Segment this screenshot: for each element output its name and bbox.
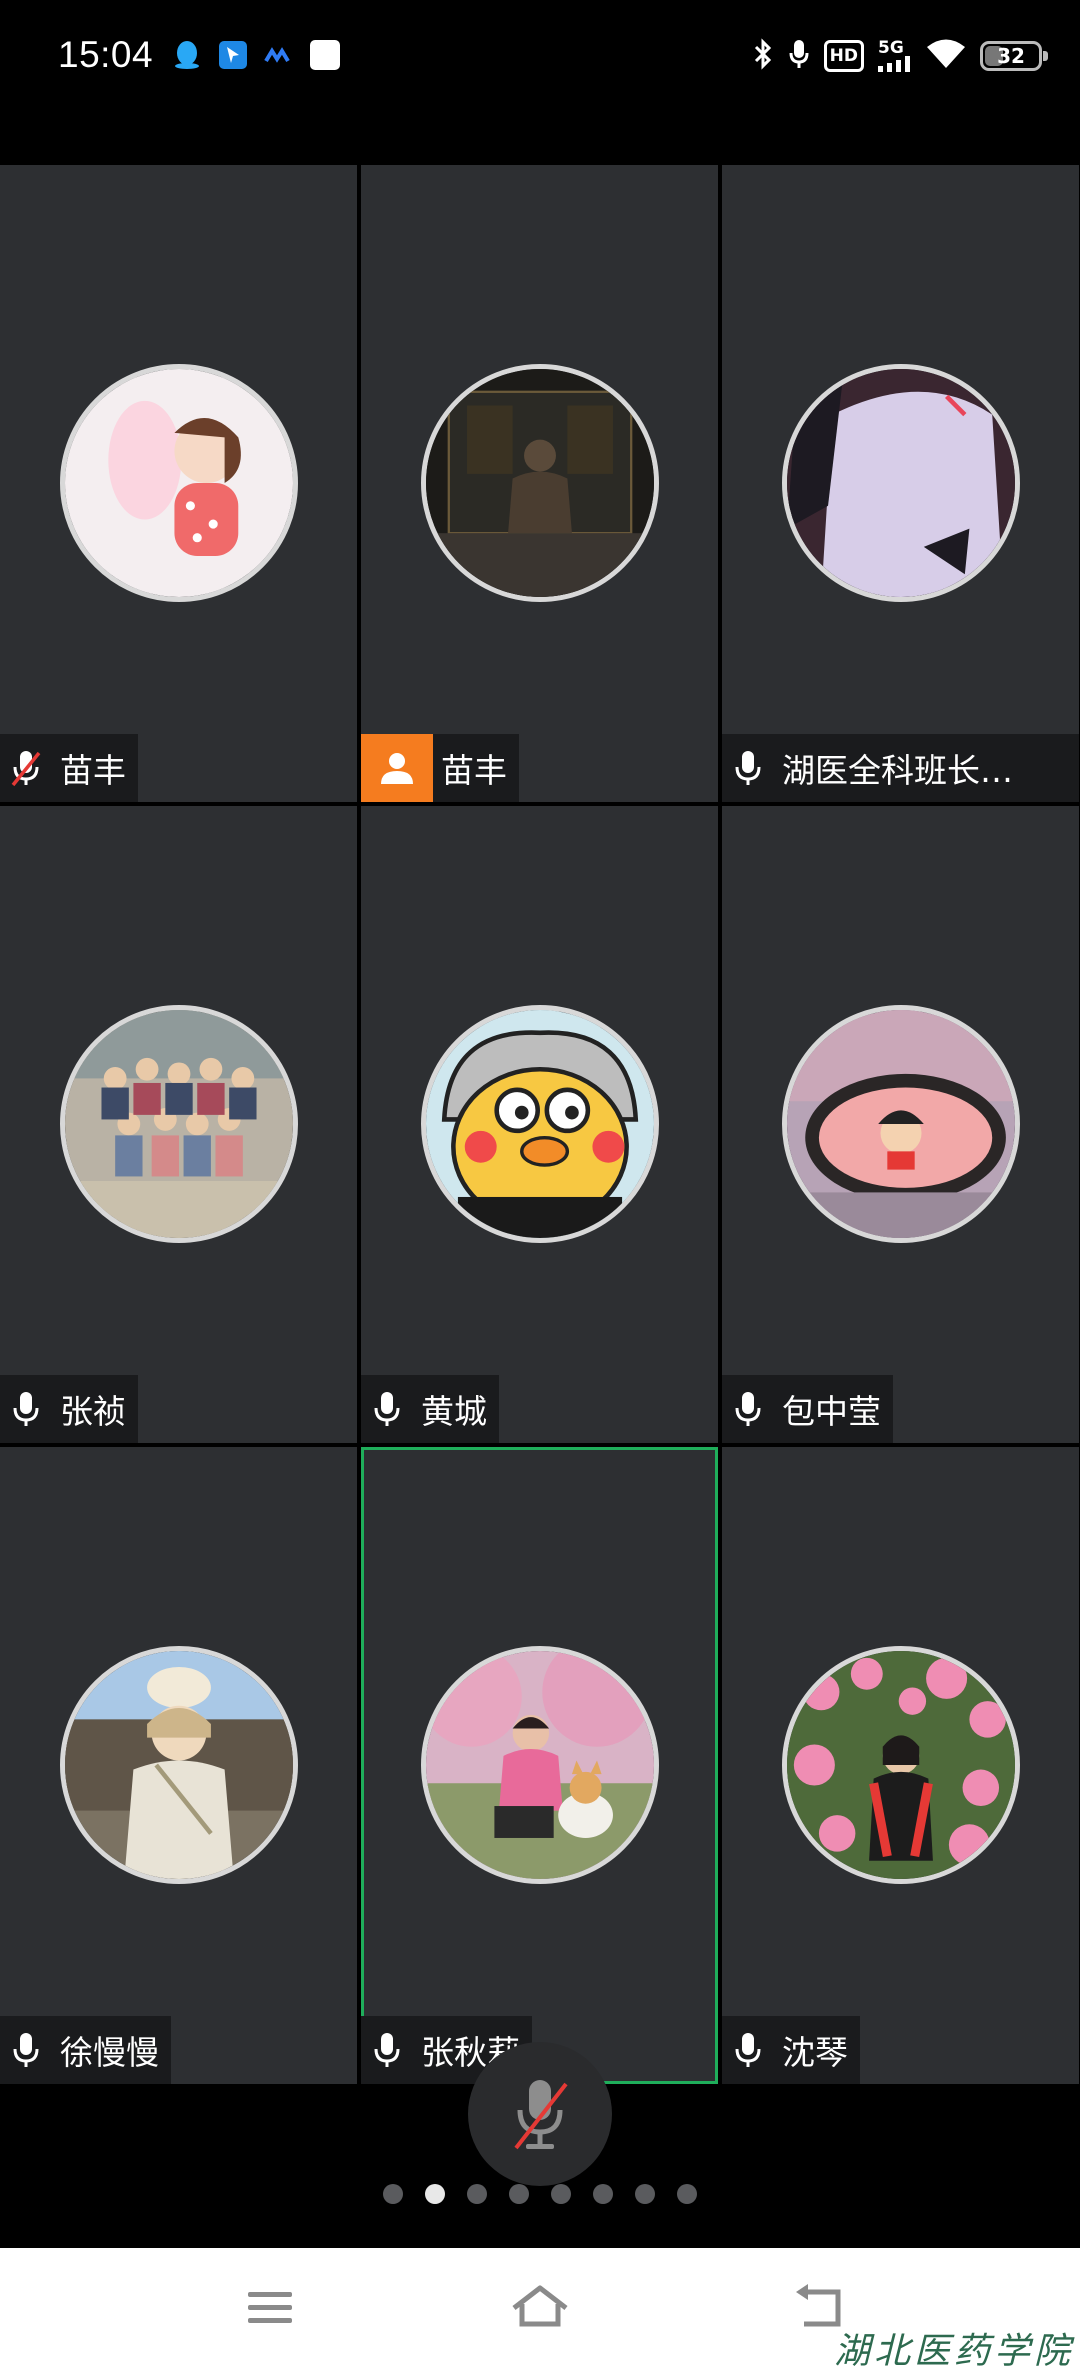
system-indicators: HD 5G 32 — [752, 38, 1048, 74]
page-dot[interactable] — [551, 2184, 571, 2204]
participant-tile-active-speaker[interactable]: 张秋莉 — [361, 1447, 718, 2084]
participant-nametag: 沈琴 — [722, 2016, 860, 2084]
participant-tile[interactable]: 沈琴 — [722, 1447, 1079, 2084]
participant-nametag: 张祯 — [0, 1375, 138, 1443]
avatar — [781, 1646, 1020, 1884]
participant-tile[interactable]: 苗丰 — [361, 165, 718, 802]
participant-nametag: 徐慢慢 — [0, 2016, 171, 2084]
microphone-muted-icon — [514, 2080, 568, 2150]
navigation-app-icon — [218, 40, 248, 70]
clock: 15:04 — [58, 34, 154, 75]
participant-nametag: 黄城 — [361, 1375, 499, 1443]
host-badge-icon — [361, 734, 433, 802]
menu-icon — [248, 2292, 292, 2323]
participant-nametag: 湖医全科班长… — [722, 734, 1079, 802]
participant-tile[interactable]: 包中莹 — [722, 806, 1079, 1443]
page-dot[interactable] — [635, 2184, 655, 2204]
microphone-icon — [0, 2016, 52, 2084]
participant-tile[interactable]: 张祯 — [0, 806, 357, 1443]
participant-name: 湖医全科班长… — [782, 751, 1013, 790]
avatar — [781, 364, 1020, 602]
haojia-app-icon — [310, 40, 340, 70]
5g-signal-icon: 5G — [878, 40, 912, 72]
battery-icon: 32 — [980, 41, 1048, 71]
page-dot[interactable] — [593, 2184, 613, 2204]
watermark-text: 湖北医药学院 — [833, 2331, 1074, 2372]
participant-nametag: 包中莹 — [722, 1375, 893, 1443]
participant-nametag: 苗丰 — [361, 734, 519, 802]
mute-toggle-button[interactable] — [468, 2042, 612, 2186]
page-dot[interactable] — [677, 2184, 697, 2204]
menu-button[interactable] — [234, 2278, 306, 2338]
microphone-icon — [722, 1375, 774, 1443]
microphone-icon — [361, 2016, 413, 2084]
page-dot[interactable] — [383, 2184, 403, 2204]
navigation-bar: 湖北医药学院 — [0, 2248, 1080, 2376]
notification-icons — [172, 40, 340, 70]
home-icon — [512, 2285, 568, 2327]
participant-tile[interactable]: 苗丰 — [0, 165, 357, 802]
wifi-icon — [926, 38, 966, 74]
microphone-muted-icon — [0, 734, 52, 802]
microphone-icon — [722, 734, 774, 802]
participant-tile[interactable]: 湖医全科班长… — [722, 165, 1079, 802]
battery-percentage: 32 — [997, 44, 1025, 68]
home-button[interactable] — [504, 2278, 576, 2338]
participant-name: 苗丰 — [441, 751, 507, 790]
participant-tile[interactable]: 徐慢慢 — [0, 1447, 357, 2084]
avatar — [59, 1646, 298, 1884]
microphone-icon — [0, 1375, 52, 1443]
avatar — [59, 364, 298, 602]
avatar — [420, 1005, 659, 1243]
participant-name: 沈琴 — [782, 2033, 848, 2072]
microphone-icon — [788, 38, 810, 74]
avatar — [420, 1646, 659, 1884]
bluetooth-icon — [752, 38, 774, 74]
page-dot-current[interactable] — [425, 2184, 445, 2204]
participant-name: 苗丰 — [60, 751, 126, 790]
participant-nametag: 苗丰 — [0, 734, 138, 802]
participant-name: 黄城 — [421, 1392, 487, 1431]
microphone-icon — [361, 1375, 413, 1443]
qq-icon — [172, 40, 202, 70]
app-icon — [264, 40, 294, 70]
participant-name: 张祯 — [60, 1392, 126, 1431]
participant-grid: 苗丰 苗丰 湖医全科班长… 张祯 黄城 包中莹 徐慢慢 张秋莉 沈琴 — [0, 165, 1080, 2085]
participant-name: 徐慢慢 — [60, 2033, 159, 2072]
status-bar: 15:04 HD 5G 32 — [0, 0, 1080, 165]
avatar — [59, 1005, 298, 1243]
hd-icon: HD — [823, 40, 864, 72]
page-indicator — [0, 2184, 1080, 2204]
avatar — [781, 1005, 1020, 1243]
page-dot[interactable] — [509, 2184, 529, 2204]
avatar — [420, 364, 659, 602]
participant-tile[interactable]: 黄城 — [361, 806, 718, 1443]
microphone-icon — [722, 2016, 774, 2084]
page-dot[interactable] — [467, 2184, 487, 2204]
participant-name: 包中莹 — [782, 1392, 881, 1431]
